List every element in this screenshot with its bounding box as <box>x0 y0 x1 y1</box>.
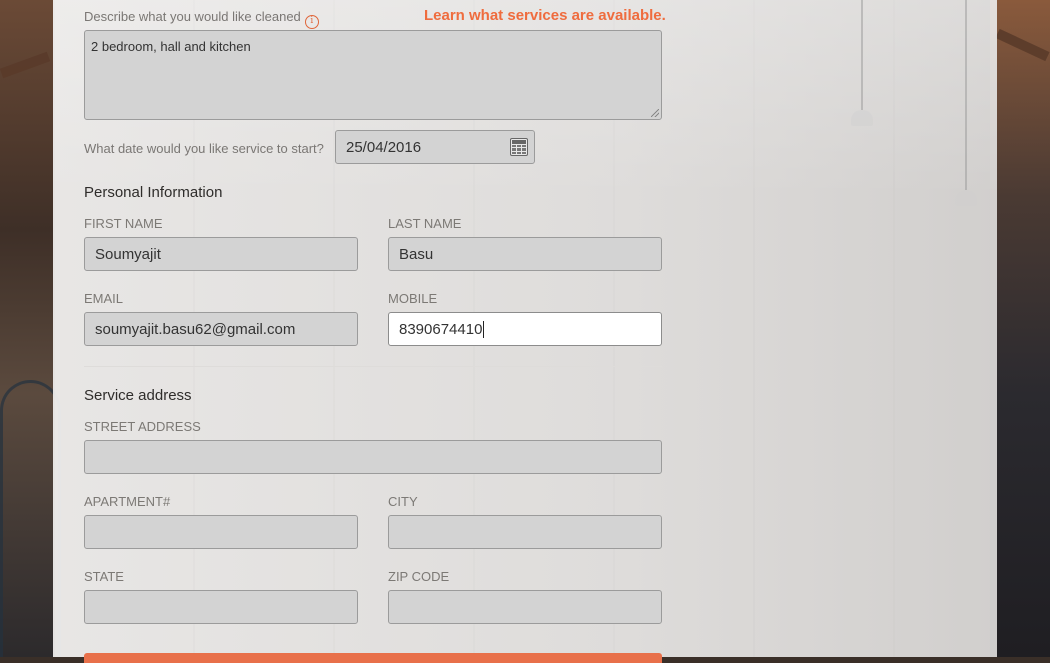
street-address-input[interactable] <box>84 440 662 474</box>
first-name-input[interactable]: Soumyajit <box>84 237 358 271</box>
first-name-value: Soumyajit <box>95 245 161 263</box>
zip-code-input[interactable] <box>388 590 662 624</box>
mobile-label: MOBILE <box>388 291 438 306</box>
calendar-icon[interactable] <box>510 138 528 156</box>
city-input[interactable] <box>388 515 662 549</box>
personal-info-heading: Personal Information <box>84 184 223 201</box>
email-input[interactable]: soumyajit.basu62@gmail.com <box>84 312 358 346</box>
background-arch <box>0 380 61 657</box>
date-input[interactable]: 25/04/2016 <box>335 130 535 164</box>
first-name-label: FIRST NAME <box>84 216 163 231</box>
service-address-heading: Service address <box>84 387 192 404</box>
describe-label: Describe what you would like cleaned i <box>84 9 319 29</box>
text-caret <box>483 320 485 338</box>
date-label: What date would you like service to star… <box>84 141 324 156</box>
background-lamp <box>851 0 873 126</box>
last-name-value: Basu <box>399 245 434 263</box>
background-lamp <box>955 0 977 206</box>
email-value: soumyajit.basu62@gmail.com <box>95 320 296 338</box>
state-label: STATE <box>84 569 124 584</box>
description-value: 2 bedroom, hall and kitchen <box>91 39 251 54</box>
description-textarea[interactable]: 2 bedroom, hall and kitchen <box>84 30 662 120</box>
mobile-input[interactable]: 8390674410 <box>388 312 662 346</box>
apartment-label: APARTMENT# <box>84 494 171 509</box>
section-divider <box>84 366 662 367</box>
street-address-label: STREET ADDRESS <box>84 419 201 434</box>
email-label: EMAIL <box>84 291 124 306</box>
submit-button[interactable] <box>84 653 662 663</box>
resize-handle-icon[interactable] <box>651 109 659 117</box>
zip-code-label: ZIP CODE <box>388 569 450 584</box>
date-value: 25/04/2016 <box>346 138 422 156</box>
last-name-label: LAST NAME <box>388 216 462 231</box>
describe-label-text: Describe what you would like cleaned <box>84 9 301 24</box>
background-right-wall <box>990 0 1050 657</box>
last-name-input[interactable]: Basu <box>388 237 662 271</box>
apartment-input[interactable] <box>84 515 358 549</box>
city-label: CITY <box>388 494 418 509</box>
learn-services-link[interactable]: Learn what services are available. <box>424 7 666 24</box>
mobile-value: 8390674410 <box>399 320 483 338</box>
state-input[interactable] <box>84 590 358 624</box>
info-icon[interactable]: i <box>304 14 319 29</box>
